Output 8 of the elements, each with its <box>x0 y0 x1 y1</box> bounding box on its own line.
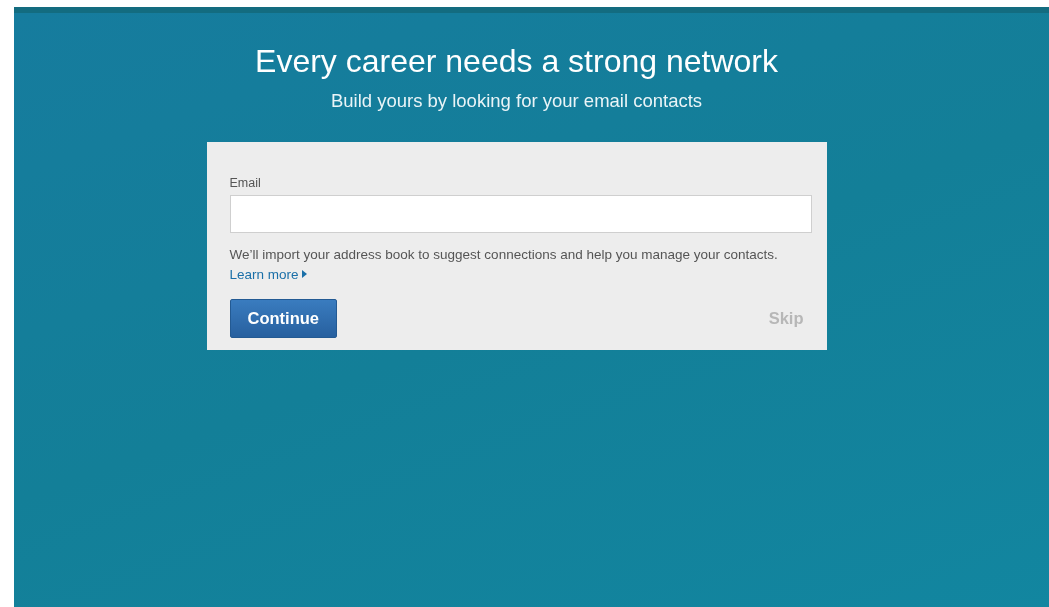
description-text: We’ll import your address book to suggest connections and help you manage your contacts. Learn more <box>229 246 779 284</box>
page-title: Every career needs a strong network <box>255 43 778 80</box>
page-subtitle: Build yours by looking for your email contacts <box>330 90 703 112</box>
email-label: Email <box>229 176 261 190</box>
email-field[interactable] <box>229 195 812 233</box>
learn-more-link[interactable]: Learn more <box>229 267 308 282</box>
caret-icon <box>302 270 308 278</box>
continue-button[interactable]: Continue <box>229 299 337 338</box>
